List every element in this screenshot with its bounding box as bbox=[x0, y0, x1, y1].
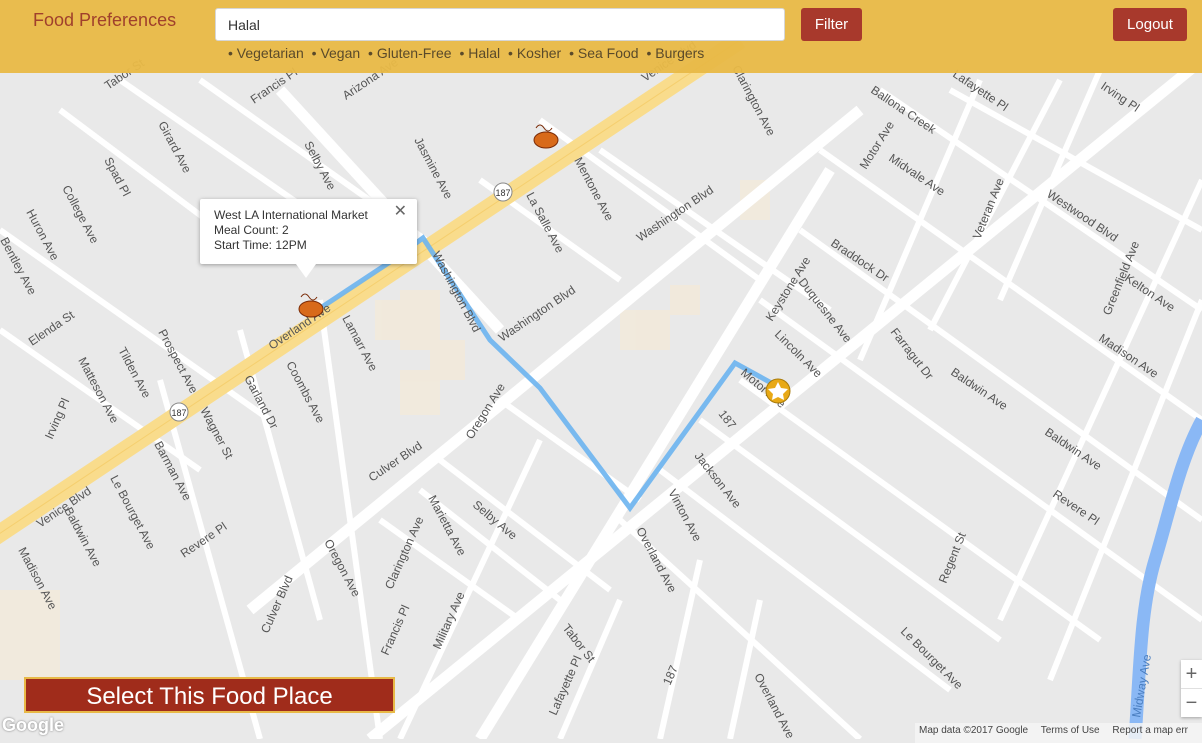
tag-gluten-free[interactable]: Gluten-Free bbox=[368, 45, 452, 61]
search-input[interactable] bbox=[215, 8, 785, 41]
start-time: Start Time: 12PM bbox=[214, 238, 307, 252]
info-window: West LA International Market Meal Count:… bbox=[200, 199, 417, 278]
map-data-label: Map data ©2017 Google bbox=[918, 725, 1029, 736]
meal-count: Meal Count: 2 bbox=[214, 223, 289, 237]
tag-halal[interactable]: Halal bbox=[459, 45, 500, 61]
zoom-controls: + − bbox=[1181, 660, 1202, 717]
svg-text:187: 187 bbox=[495, 188, 510, 198]
google-logo: Google bbox=[2, 715, 64, 735]
tag-sea-food[interactable]: Sea Food bbox=[569, 45, 639, 61]
tag-burgers[interactable]: Burgers bbox=[646, 45, 704, 61]
terms-link[interactable]: Terms of Use bbox=[1041, 725, 1100, 736]
preference-tags: Vegetarian Vegan Gluten-Free Halal Koshe… bbox=[228, 45, 708, 61]
app-title: Food Preferences bbox=[33, 10, 177, 30]
logout-button[interactable]: Logout bbox=[1113, 8, 1187, 41]
close-icon[interactable]: ✕ bbox=[394, 204, 407, 220]
route-187-shield-icon: 187 bbox=[493, 182, 513, 202]
place-name: West LA International Market bbox=[214, 208, 368, 222]
report-error-link[interactable]: Report a map err bbox=[1112, 725, 1188, 736]
map-attribution: Map data ©2017 Google Terms of Use Repor… bbox=[914, 723, 1202, 743]
route-187-shield-icon: 187 bbox=[169, 402, 189, 422]
map-canvas[interactable]: 187 187 Venice Blvd Venice Blvd Overland… bbox=[0, 0, 1202, 739]
filter-button[interactable]: Filter bbox=[801, 8, 862, 41]
tag-vegan[interactable]: Vegan bbox=[312, 45, 361, 61]
select-food-place-button[interactable]: Select This Food Place bbox=[24, 677, 395, 713]
svg-text:187: 187 bbox=[171, 408, 186, 418]
header-bar: Food Preferences Filter Logout Vegetaria… bbox=[0, 0, 1202, 73]
star-marker-icon bbox=[765, 378, 791, 404]
zoom-out-button[interactable]: − bbox=[1181, 689, 1202, 717]
tag-kosher[interactable]: Kosher bbox=[508, 45, 561, 61]
zoom-in-button[interactable]: + bbox=[1181, 660, 1202, 689]
tag-vegetarian[interactable]: Vegetarian bbox=[228, 45, 304, 61]
